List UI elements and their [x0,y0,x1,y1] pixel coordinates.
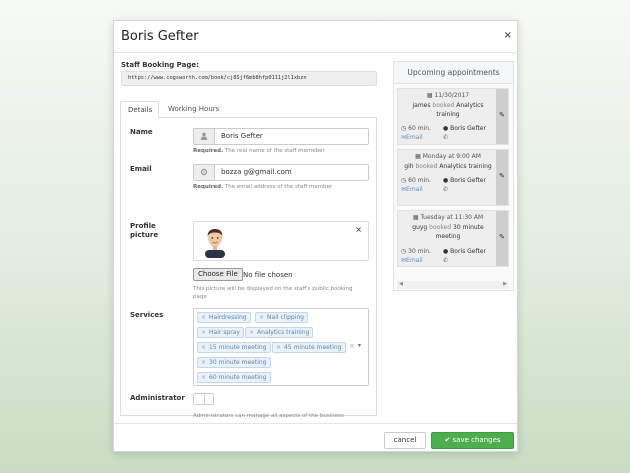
appointment-description: james booked Analytics training [412,102,484,118]
tab-details[interactable]: Details [120,101,159,118]
modal-title: Boris Gefter [121,29,199,44]
user-icon [194,129,215,144]
horizontal-scrollbar[interactable]: ◀ ▶ [397,281,509,289]
service-tag[interactable]: × 30 minute meeting [197,357,271,368]
gear-icon [194,165,215,180]
no-file-text: No file chosen [243,271,293,279]
scroll-left-icon[interactable]: ◀ [399,281,403,287]
modal-header: Boris Gefter × [114,21,517,53]
administrator-label: Administrator [130,394,185,402]
appointment-duration: ◷ 60 min. [401,177,431,184]
save-changes-button[interactable]: ✔ save changes [431,432,514,449]
service-tag[interactable]: × 15 minute meeting [197,342,271,353]
modal-footer: cancel ✔ save changes [114,423,517,453]
service-tag[interactable]: × Analytics training [245,327,314,338]
appointment-email-link[interactable]: ✉Email [401,134,423,141]
appointment-staff: ● Boris Gefter [443,125,486,132]
name-help: Required. The real name of the staff mem… [193,148,325,154]
services-select[interactable]: × Hairdressing × Nail clipping × Hair spray… [193,308,369,386]
close-icon[interactable]: × [504,30,512,41]
remove-tag-icon: × [201,344,207,351]
remove-tag-icon: × [259,314,265,321]
remove-tag-icon: × [201,359,207,366]
service-tag[interactable]: × 60 minute meeting [197,372,271,383]
appointment-description: gih booked Analytics training [404,163,492,170]
service-tag[interactable]: × Nail clipping [255,312,308,323]
appointment-card[interactable]: ▦ Monday at 9:00 AM gih booked Analytics… [397,149,509,206]
appointment-date: ▦ Tuesday at 11:30 AM [412,214,484,221]
remove-picture-icon[interactable]: × [355,225,362,234]
phone-icon[interactable]: ✆ [443,186,448,193]
profile-picture-box: × [193,221,369,261]
remove-tag-icon: × [201,374,207,381]
appointment-staff: ● Boris Gefter [443,248,486,255]
clear-services-icon[interactable]: × [349,342,355,350]
scroll-right-icon[interactable]: ▶ [503,281,507,287]
picture-help: This picture will be displayed on the st… [193,286,353,300]
appointment-card[interactable]: ▦ 11/30/2017 james booked Analytics train… [397,88,509,145]
phone-icon[interactable]: ✆ [443,134,448,141]
remove-tag-icon: × [201,314,207,321]
email-label: Email [130,165,152,173]
appointment-card[interactable]: ▦ Tuesday at 11:30 AM guyg booked 30 min… [397,210,509,267]
toggle-divider [204,394,205,404]
tab-working-hours[interactable]: Working Hours [161,101,226,118]
service-tag[interactable]: × Hair spray [197,327,244,338]
check-icon: ✔ [444,436,453,444]
booking-page-url[interactable]: https://www.cogsworth.com/book/cj8Sjf6mb… [121,71,377,86]
service-tag[interactable]: × Hairdressing [197,312,251,323]
name-field[interactable]: Boris Gefter [193,128,369,145]
email-value: bozza g@gmail.com [221,168,292,176]
appointment-description: guyg booked 30 minute meeting [412,224,484,240]
appointments-heading: Upcoming appointments [394,62,513,84]
service-tag[interactable]: × 45 minute meeting [272,342,346,353]
appointment-duration: ◷ 30 min. [401,248,431,255]
profile-picture-label: Profile picture [130,222,159,239]
appointment-email-link[interactable]: ✉Email [401,257,423,264]
calendar-icon: ▦ [415,153,423,160]
name-label: Name [130,128,153,136]
email-help: Required. The email address of the staff… [193,184,333,190]
edit-icon[interactable]: ✎ [496,150,508,205]
email-field[interactable]: bozza g@gmail.com [193,164,369,181]
cancel-button[interactable]: cancel [384,432,426,449]
remove-tag-icon: × [276,344,282,351]
avatar [205,229,225,258]
appointment-date: ▦ Monday at 9:00 AM [415,153,481,160]
appointment-staff: ● Boris Gefter [443,177,486,184]
remove-tag-icon: × [201,329,207,336]
remove-tag-icon: × [249,329,255,336]
administrator-help: Administrators can manage all aspects of… [193,413,344,419]
booking-page-label: Staff Booking Page: [121,61,199,69]
edit-icon[interactable]: ✎ [496,89,508,144]
name-value: Boris Gefter [221,132,263,140]
upcoming-appointments-panel: Upcoming appointments ▦ 11/30/2017 james… [393,61,514,291]
edit-icon[interactable]: ✎ [496,211,508,266]
appointment-duration: ◷ 60 min. [401,125,431,132]
appointment-date: ▦ 11/30/2017 [426,92,470,99]
choose-file-button[interactable]: Choose File [193,268,243,281]
staff-edit-modal: Boris Gefter × Staff Booking Page: https… [113,20,518,452]
administrator-toggle[interactable] [193,393,214,405]
phone-icon[interactable]: ✆ [443,257,448,264]
chevron-down-icon[interactable]: ▾ [358,342,361,349]
services-label: Services [130,311,164,319]
details-form: Name Boris Gefter Required. The real nam… [120,117,377,419]
appointment-email-link[interactable]: ✉Email [401,186,423,193]
